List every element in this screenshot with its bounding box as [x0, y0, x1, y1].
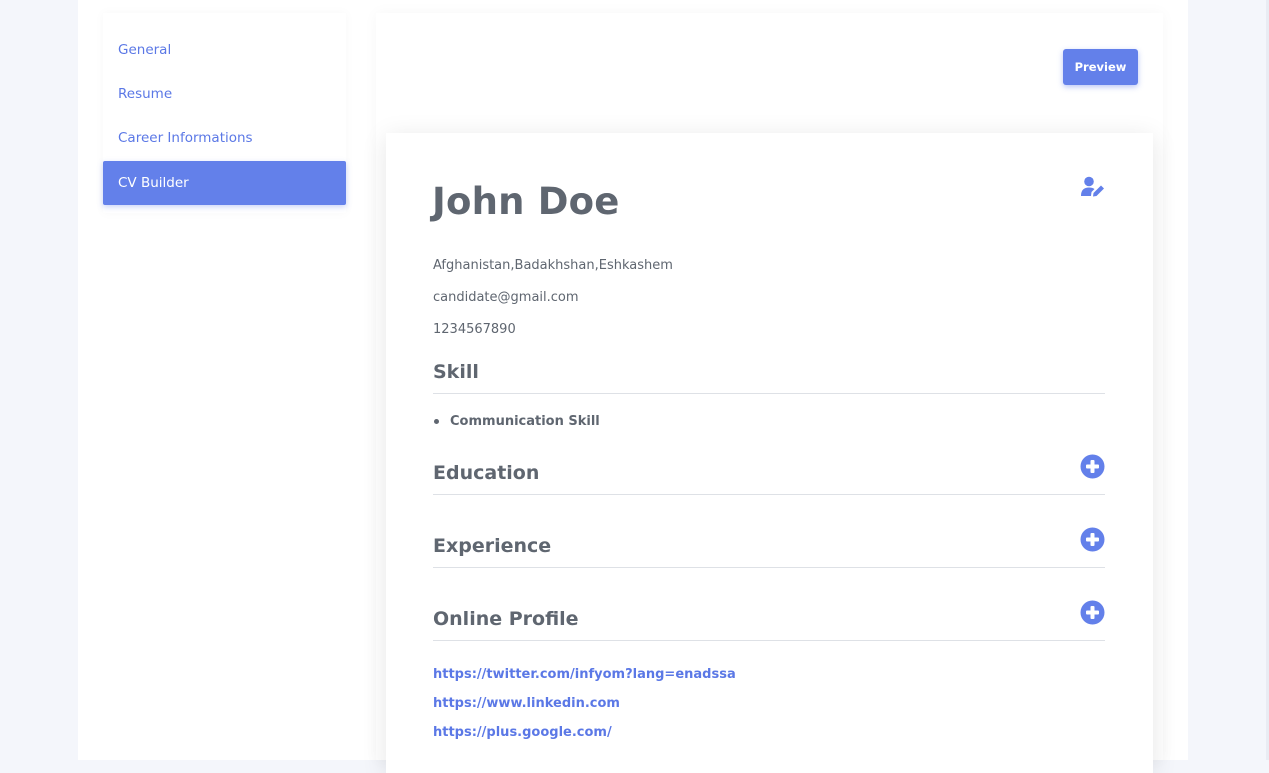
add-experience-icon[interactable]: [1080, 527, 1105, 552]
profile-link-google[interactable]: https://plus.google.com/: [433, 725, 612, 740]
skill-label: Communication Skill: [450, 414, 600, 429]
list-item: Communication Skill: [433, 414, 600, 429]
preview-button[interactable]: Preview: [1063, 49, 1138, 85]
sidebar-item-label: CV Builder: [118, 175, 189, 191]
user-edit-icon[interactable]: [1080, 176, 1106, 198]
candidate-location: Afghanistan,Badakhshan,Eshkashem: [433, 258, 673, 273]
sidebar-item-label: Career Informations: [118, 130, 253, 146]
divider: [433, 494, 1105, 495]
divider: [433, 640, 1105, 641]
sidebar-item-cv-builder[interactable]: CV Builder: [103, 161, 346, 205]
add-online-profile-icon[interactable]: [1080, 600, 1105, 625]
sidebar-item-label: Resume: [118, 86, 173, 102]
sidebar: General Resume Career Informations CV Bu…: [103, 13, 346, 213]
sidebar-item-general[interactable]: General: [103, 28, 346, 72]
divider: [433, 393, 1105, 394]
candidate-phone: 1234567890: [433, 322, 516, 337]
profile-link-linkedin[interactable]: https://www.linkedin.com: [433, 696, 620, 711]
section-title-education: Education: [433, 462, 540, 484]
sidebar-item-career-informations[interactable]: Career Informations: [103, 116, 346, 160]
add-education-icon[interactable]: [1080, 454, 1105, 479]
section-title-experience: Experience: [433, 535, 552, 557]
divider: [433, 567, 1105, 568]
sidebar-item-label: General: [118, 42, 172, 58]
candidate-name: John Doe: [432, 180, 620, 223]
section-title-online-profile: Online Profile: [433, 608, 579, 630]
sidebar-item-resume[interactable]: Resume: [103, 72, 346, 116]
profile-link-twitter[interactable]: https://twitter.com/infyom?lang=enadssa: [433, 667, 736, 682]
section-title-skill: Skill: [433, 361, 479, 383]
bullet-icon: [434, 419, 439, 424]
candidate-email: candidate@gmail.com: [433, 290, 579, 305]
